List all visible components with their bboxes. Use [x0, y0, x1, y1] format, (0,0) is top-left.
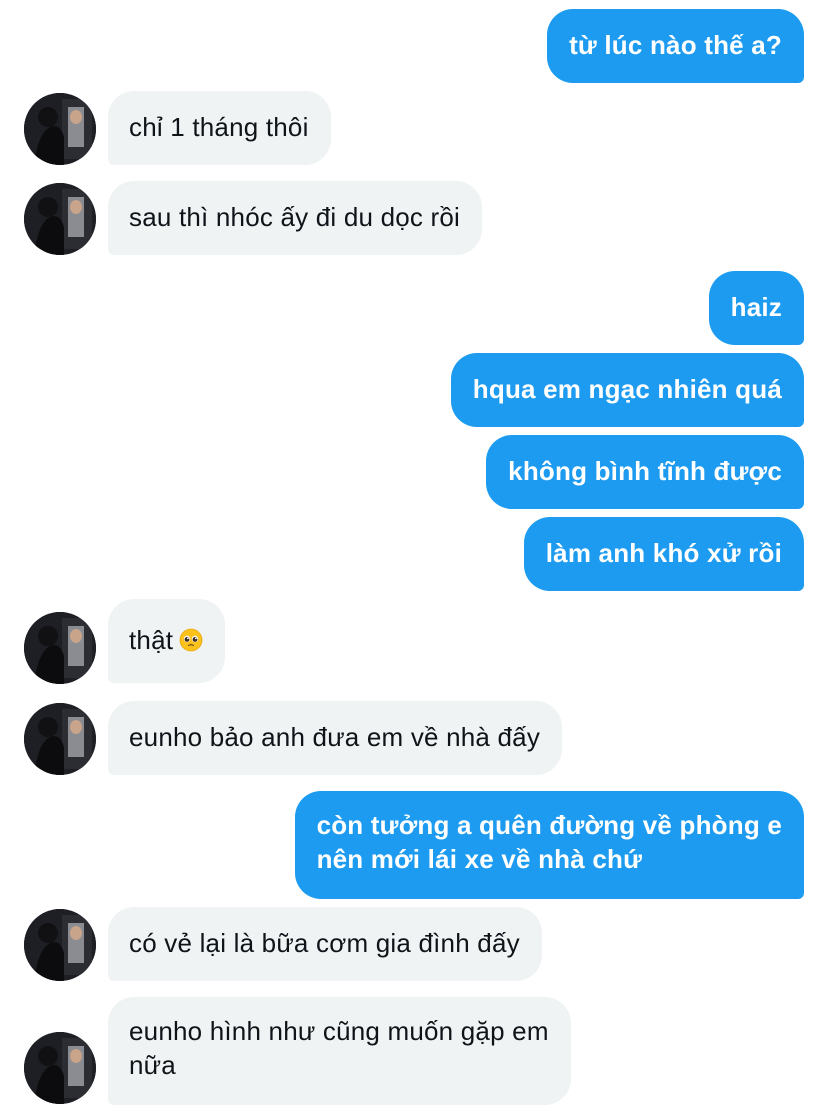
- message-text-line: nữa: [129, 1050, 176, 1080]
- message-text: sau thì nhóc ấy đi du dọc rồi: [129, 202, 461, 232]
- outgoing-message-bubble[interactable]: từ lúc nào thế a?: [547, 9, 804, 83]
- outgoing-message-bubble[interactable]: không bình tĩnh được: [486, 435, 804, 509]
- incoming-message-bubble[interactable]: thật: [108, 599, 226, 683]
- avatar-photo-icon: [24, 93, 96, 165]
- contact-avatar[interactable]: [24, 1032, 96, 1104]
- message-text: haiz: [730, 292, 782, 322]
- message-text-line: eunho hình như cũng muốn gặp em: [129, 1016, 549, 1046]
- pleading-face-icon: [179, 628, 203, 652]
- avatar-photo-icon: [24, 612, 96, 684]
- contact-avatar[interactable]: [24, 909, 96, 981]
- contact-avatar[interactable]: [24, 612, 96, 684]
- message-text-line: nên mới lái xe về nhà chứ: [316, 844, 643, 874]
- message-text: hqua em ngạc nhiên quá: [472, 374, 782, 404]
- outgoing-message-bubble[interactable]: làm anh khó xử rồi: [523, 517, 804, 591]
- outgoing-message-bubble[interactable]: hqua em ngạc nhiên quá: [450, 353, 804, 427]
- message-text: chỉ 1 tháng thôi: [129, 112, 309, 142]
- incoming-message-bubble[interactable]: eunho hình như cũng muốn gặp em nữa: [108, 997, 571, 1105]
- incoming-message-bubble[interactable]: chỉ 1 tháng thôi: [108, 91, 331, 165]
- avatar-photo-icon: [24, 909, 96, 981]
- contact-avatar[interactable]: [24, 183, 96, 255]
- avatar-photo-icon: [24, 183, 96, 255]
- outgoing-message-bubble[interactable]: haiz: [708, 271, 804, 345]
- avatar-photo-icon: [24, 703, 96, 775]
- message-text: thật: [129, 625, 174, 655]
- message-text: có vẻ lại là bữa cơm gia đình đấy: [129, 928, 520, 958]
- contact-avatar[interactable]: [24, 703, 96, 775]
- message-text: từ lúc nào thế a?: [569, 30, 782, 60]
- message-text-line: còn tưởng a quên đường về phòng e: [316, 810, 782, 840]
- incoming-message-bubble[interactable]: sau thì nhóc ấy đi du dọc rồi: [108, 181, 483, 255]
- outgoing-message-bubble[interactable]: còn tưởng a quên đường về phòng e nên mớ…: [294, 791, 804, 899]
- contact-avatar[interactable]: [24, 93, 96, 165]
- message-text: không bình tĩnh được: [508, 456, 782, 486]
- incoming-message-bubble[interactable]: có vẻ lại là bữa cơm gia đình đấy: [108, 907, 542, 981]
- avatar-photo-icon: [24, 1032, 96, 1104]
- incoming-message-bubble[interactable]: eunho bảo anh đưa em về nhà đấy: [108, 701, 563, 775]
- message-text: eunho bảo anh đưa em về nhà đấy: [129, 722, 541, 752]
- message-text: làm anh khó xử rồi: [545, 538, 782, 568]
